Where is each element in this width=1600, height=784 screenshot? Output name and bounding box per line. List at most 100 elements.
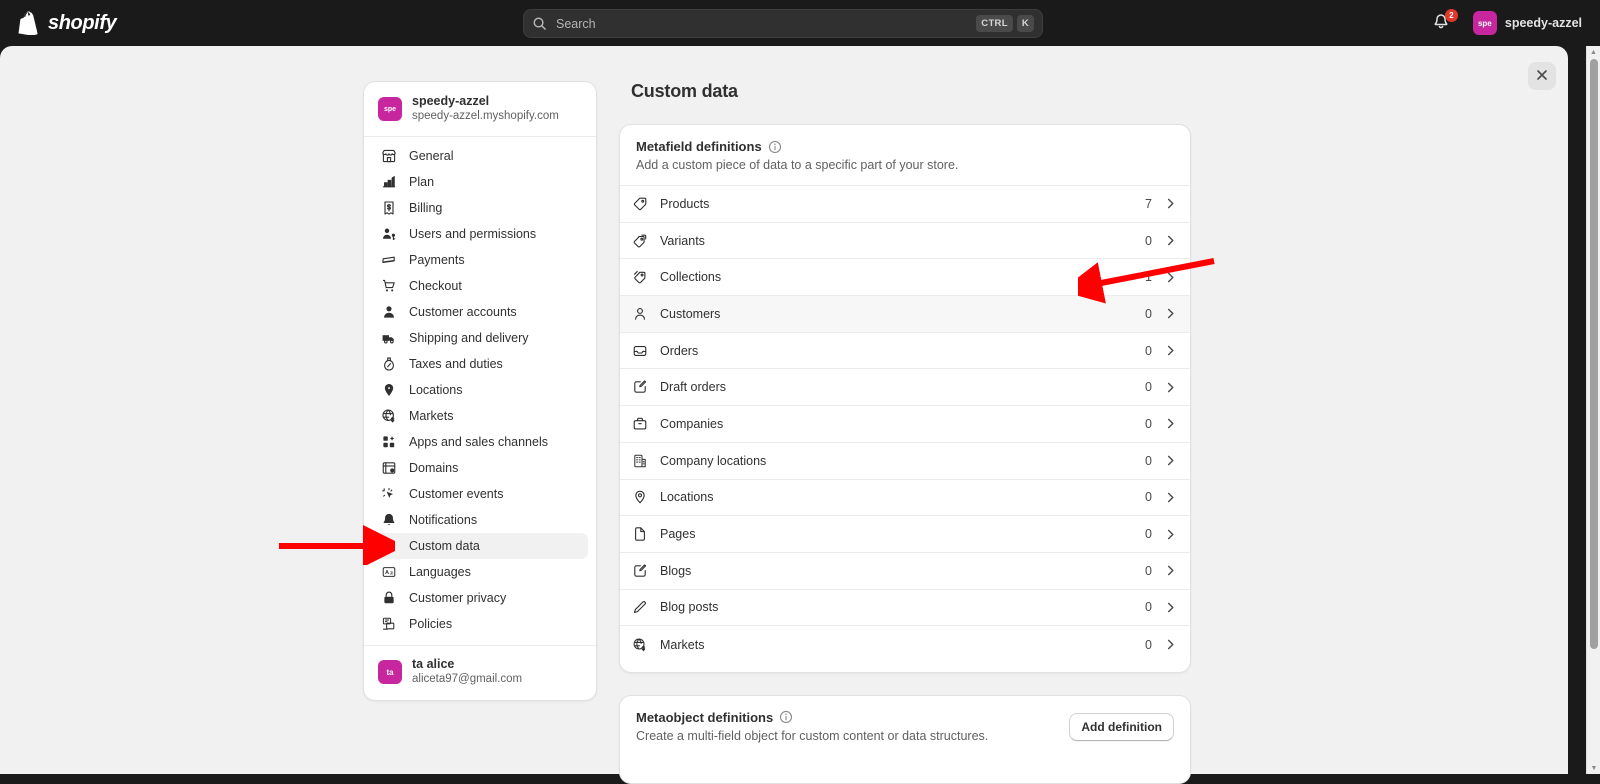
- close-icon: [1536, 69, 1548, 84]
- page-icon: [631, 526, 648, 543]
- table-row[interactable]: Variants 0: [620, 223, 1190, 260]
- search-icon: [532, 16, 547, 31]
- table-row[interactable]: Blog posts 0: [620, 590, 1190, 627]
- svg-text:ぁ: ぁ: [389, 571, 394, 576]
- sidebar-item-apps-and-sales-channels[interactable]: Apps and sales channels: [372, 429, 588, 455]
- table-row[interactable]: Company locations 0: [620, 443, 1190, 480]
- metafield-card-subtitle: Add a custom piece of data to a specific…: [636, 158, 959, 172]
- sidebar-item-taxes-and-duties[interactable]: Taxes and duties: [372, 351, 588, 377]
- sidebar-item-payments[interactable]: Payments: [372, 247, 588, 273]
- definition-count: 0: [1145, 490, 1152, 505]
- info-circle-icon[interactable]: [779, 710, 793, 724]
- definition-label: Pages: [660, 527, 696, 542]
- definition-count: 0: [1145, 453, 1152, 468]
- settings-nav-list: General Plan Billing Users and permissio…: [364, 137, 596, 645]
- sidebar-item-shipping-and-delivery[interactable]: Shipping and delivery: [372, 325, 588, 351]
- shopify-logo[interactable]: shopify: [18, 11, 117, 36]
- definition-count: 0: [1145, 563, 1152, 578]
- notification-count-badge: 2: [1444, 9, 1458, 22]
- table-row[interactable]: Orders 0: [620, 333, 1190, 370]
- chevron-right-icon: [1164, 234, 1177, 247]
- sidebar-item-label: Plan: [409, 175, 435, 189]
- sidebar-item-languages[interactable]: Aぁ Languages: [372, 559, 588, 585]
- scroll-down-arrow-icon[interactable]: ▼: [1587, 762, 1600, 774]
- chevron-right-icon: [1164, 454, 1177, 467]
- kbd-k: K: [1016, 15, 1034, 32]
- building-icon: [631, 452, 648, 469]
- sidebar-item-locations[interactable]: Locations: [372, 377, 588, 403]
- table-row[interactable]: Customers 0: [620, 296, 1190, 333]
- definition-label: Locations: [660, 490, 714, 505]
- sidebar-item-markets[interactable]: Markets: [372, 403, 588, 429]
- sidebar-item-customer-events[interactable]: Customer events: [372, 481, 588, 507]
- shopping-cart-icon: [380, 278, 397, 295]
- cursor-sparkle-icon: [380, 486, 397, 503]
- metafield-card-title: Metafield definitions: [636, 139, 762, 154]
- chevron-right-icon: [1164, 564, 1177, 577]
- scroll-up-arrow-icon[interactable]: ▲: [1587, 46, 1600, 58]
- lock-icon: [380, 590, 397, 607]
- store-avatar: spe: [378, 97, 402, 121]
- sidebar-item-domains[interactable]: Domains: [372, 455, 588, 481]
- chart-bars-icon: [380, 174, 397, 191]
- scrollbar-thumb[interactable]: [1590, 59, 1598, 649]
- definition-label: Customers: [660, 306, 721, 321]
- chevron-right-icon: [1164, 271, 1177, 284]
- sidebar-item-customer-accounts[interactable]: Customer accounts: [372, 299, 588, 325]
- definition-count: 0: [1145, 416, 1152, 431]
- chevron-right-icon: [1164, 197, 1177, 210]
- map-pin-icon: [631, 489, 648, 506]
- table-row[interactable]: Products 7: [620, 186, 1190, 223]
- table-row[interactable]: Collections 1: [620, 259, 1190, 297]
- translate-icon: Aぁ: [380, 564, 397, 581]
- table-row[interactable]: Pages 0: [620, 516, 1190, 553]
- sidebar-item-customer-privacy[interactable]: Customer privacy: [372, 585, 588, 611]
- table-row[interactable]: Blogs 0: [620, 553, 1190, 590]
- sidebar-item-checkout[interactable]: Checkout: [372, 273, 588, 299]
- draft-order-icon: [631, 379, 648, 396]
- sidebar-item-billing[interactable]: Billing: [372, 195, 588, 221]
- notifications-button[interactable]: 2: [1431, 9, 1458, 35]
- sidebar-item-policies[interactable]: Policies: [372, 611, 588, 637]
- delivery-truck-icon: [380, 330, 397, 347]
- store-switcher[interactable]: spe speedy-azzel speedy-azzel.myshopify.…: [364, 82, 596, 137]
- shopify-bag-logo-icon: [18, 11, 40, 36]
- apps-grid-icon: [380, 434, 397, 451]
- sidebar-item-users-and-permissions[interactable]: Users and permissions: [372, 221, 588, 247]
- globe-dollar-icon: [380, 408, 397, 425]
- close-button[interactable]: [1528, 62, 1556, 90]
- sidebar-item-general[interactable]: General: [372, 143, 588, 169]
- sidebar-item-label: Policies: [409, 617, 453, 631]
- table-row[interactable]: Locations 0: [620, 480, 1190, 517]
- user-account-row[interactable]: ta ta alice aliceta97@gmail.com: [364, 645, 596, 700]
- page-scrollbar[interactable]: ▲ ▼: [1586, 46, 1600, 774]
- table-row[interactable]: Draft orders 0: [620, 369, 1190, 407]
- search-shortcut-hint: CTRL K: [976, 15, 1034, 32]
- search-input-placeholder[interactable]: Search: [556, 17, 976, 31]
- settings-sidebar: spe speedy-azzel speedy-azzel.myshopify.…: [363, 81, 597, 701]
- global-search-bar[interactable]: Search CTRL K: [523, 9, 1043, 38]
- sidebar-item-label: Domains: [409, 461, 459, 475]
- chevron-right-icon: [1164, 381, 1177, 394]
- user-avatar: ta: [378, 660, 402, 684]
- definition-count: 0: [1145, 527, 1152, 542]
- top-navigation-bar: shopify Search CTRL K 2 spe speedy-azzel: [0, 0, 1600, 46]
- table-row[interactable]: Companies 0: [620, 406, 1190, 443]
- globe-dollar-icon: [631, 636, 648, 653]
- user-email: aliceta97@gmail.com: [412, 673, 523, 685]
- info-circle-icon[interactable]: [768, 140, 782, 154]
- sidebar-item-custom-data[interactable]: Custom data: [372, 533, 588, 559]
- sidebar-item-plan[interactable]: Plan: [372, 169, 588, 195]
- map-pin-icon: [380, 382, 397, 399]
- domain-window-icon: [380, 460, 397, 477]
- table-row[interactable]: Markets 0: [620, 626, 1190, 663]
- definition-count: 0: [1145, 233, 1152, 248]
- metafields-icon: [380, 538, 397, 555]
- sidebar-item-label: Customer events: [409, 487, 504, 501]
- account-menu-button[interactable]: spe speedy-azzel: [1467, 7, 1588, 39]
- sidebar-item-notifications[interactable]: Notifications: [372, 507, 588, 533]
- add-definition-button[interactable]: Add definition: [1069, 712, 1174, 741]
- chevron-right-icon: [1164, 528, 1177, 541]
- sidebar-item-label: Billing: [409, 201, 443, 215]
- receipt-dollar-icon: [380, 200, 397, 217]
